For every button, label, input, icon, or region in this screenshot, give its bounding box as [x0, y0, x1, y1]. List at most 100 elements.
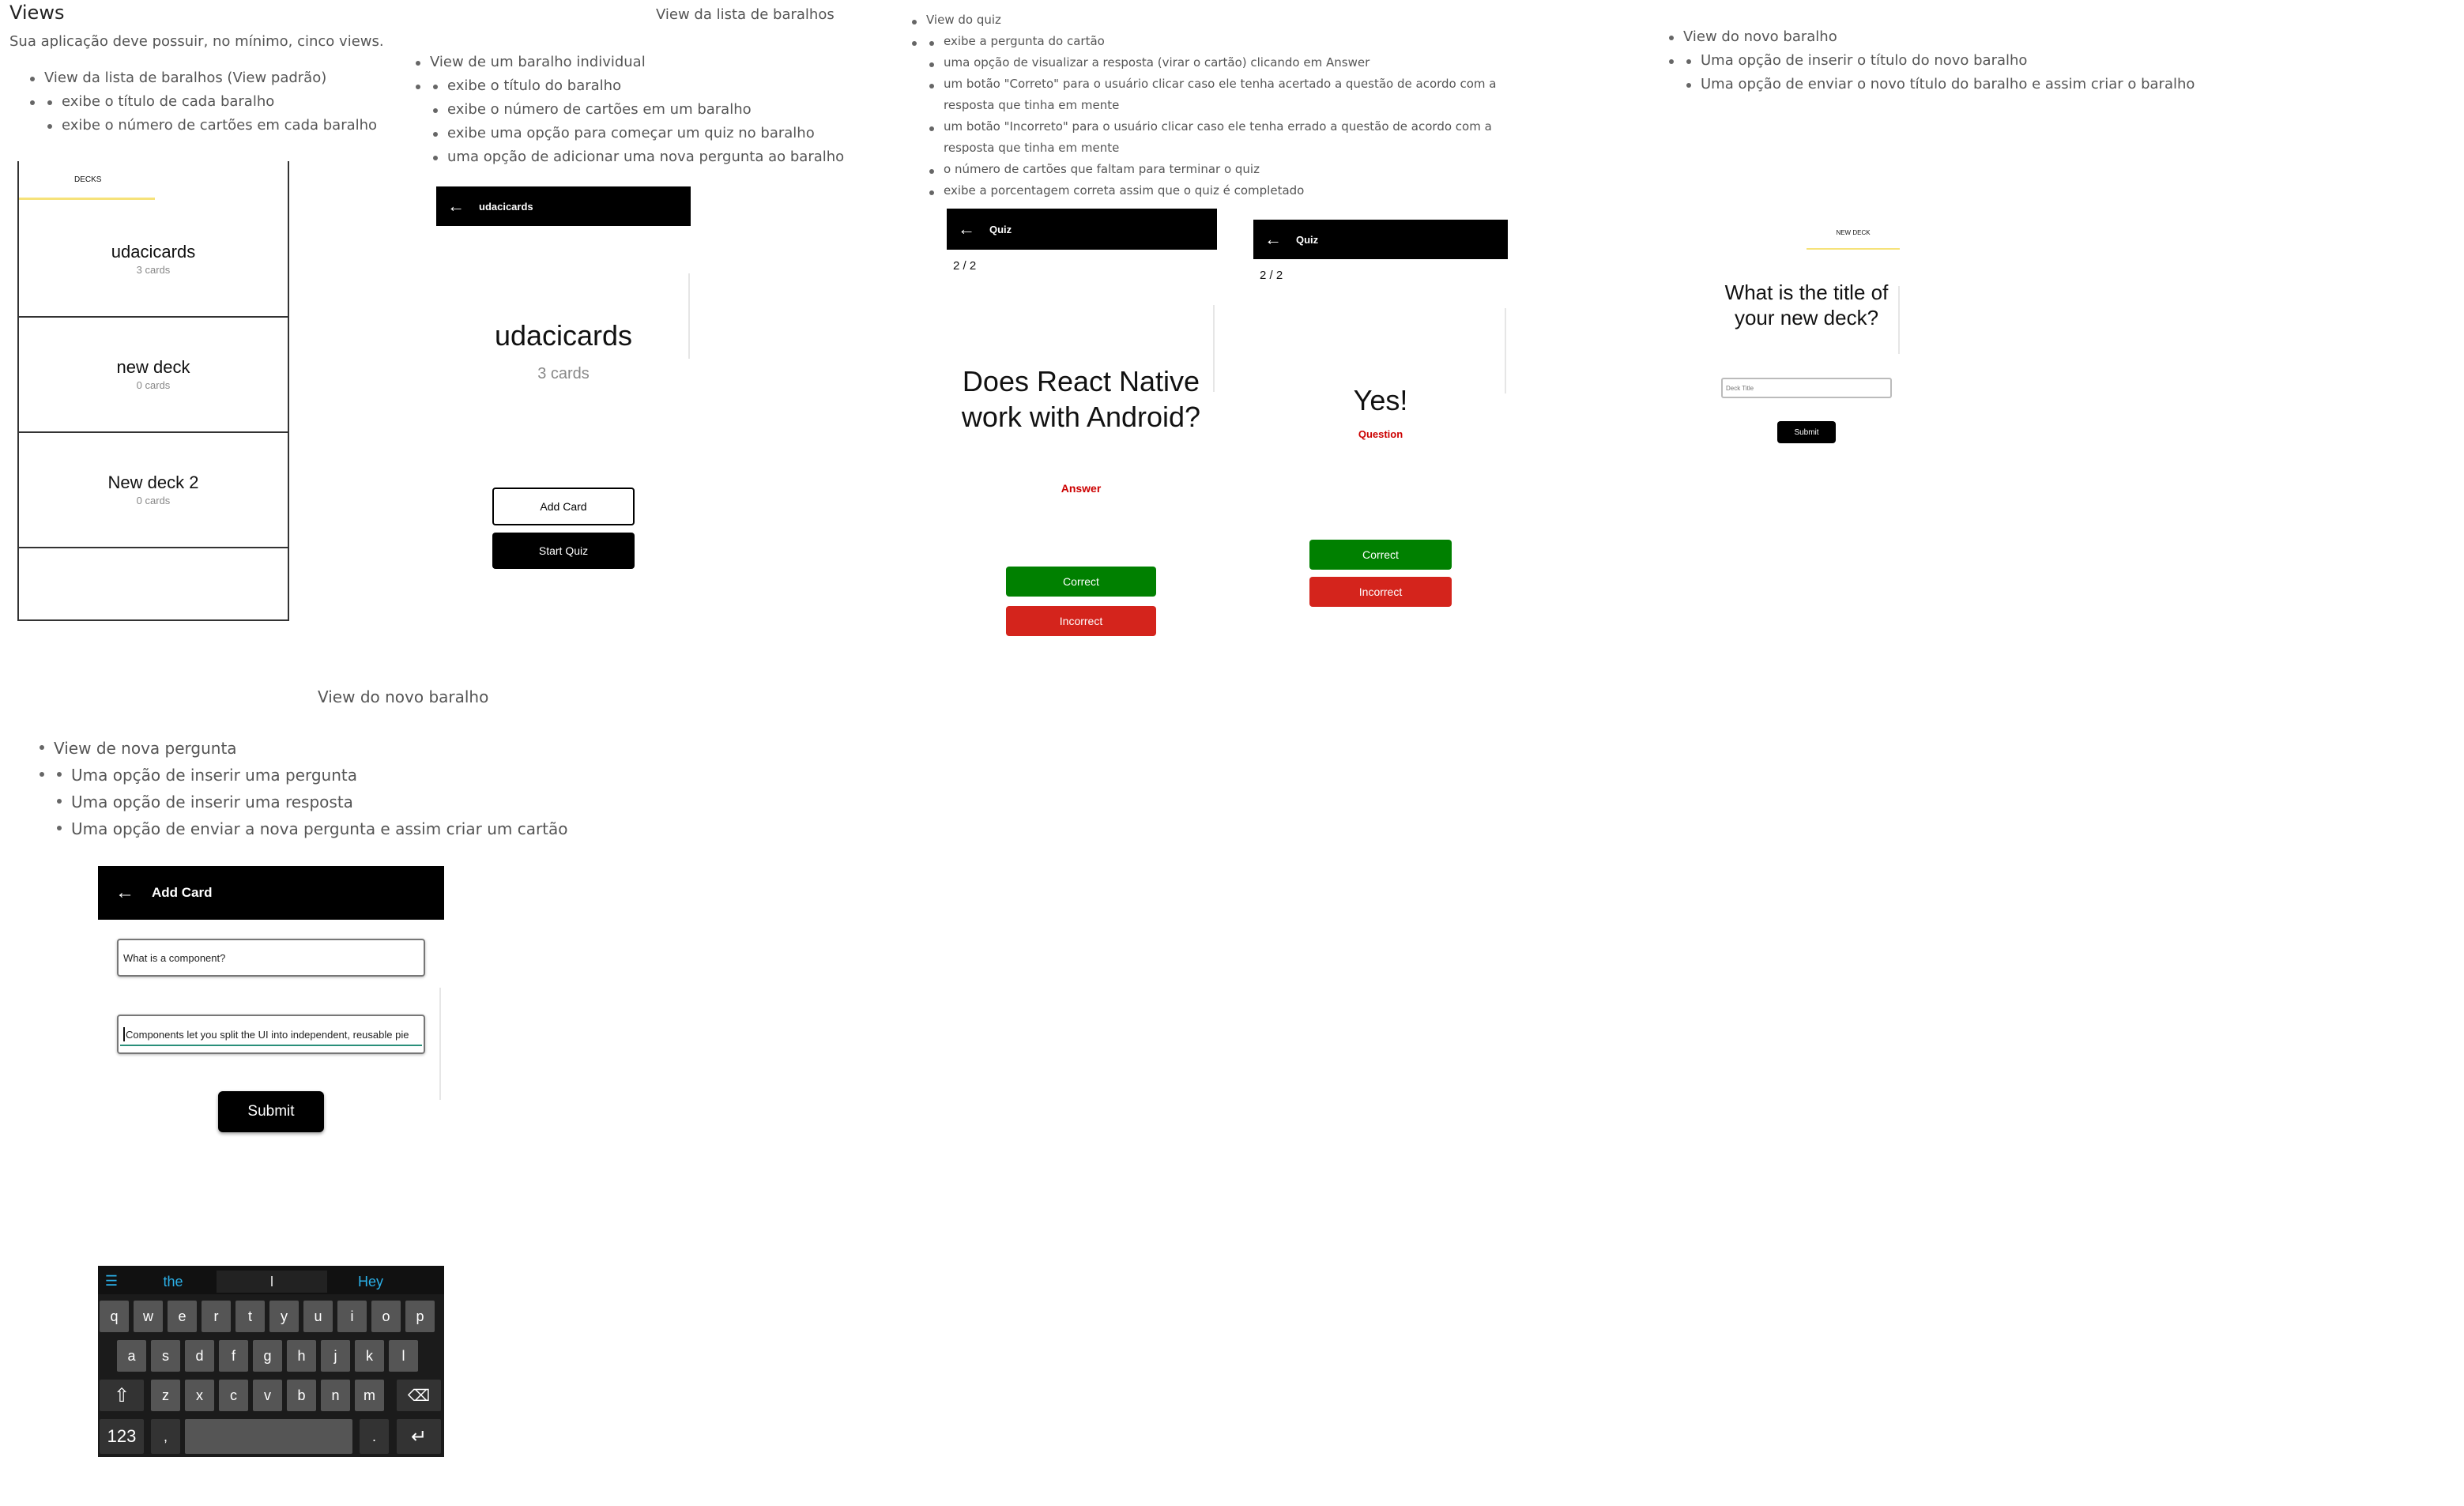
- backspace-icon[interactable]: ⌫: [397, 1380, 441, 1411]
- deck-list-item[interactable]: udacicards 3 cards: [19, 209, 288, 318]
- quiz-progress: 2 / 2: [953, 259, 977, 273]
- requirement-subitem: exibe o título de cada baralho: [44, 90, 406, 114]
- key[interactable]: r: [202, 1301, 231, 1332]
- deck-list-item[interactable]: New deck 2 0 cards: [19, 433, 288, 548]
- deck-list-item[interactable]: new deck 0 cards: [19, 318, 288, 433]
- requirement-subitem: Uma opção de inserir uma pergunta: [54, 762, 590, 789]
- menu-icon[interactable]: ☰: [101, 1271, 122, 1291]
- key[interactable]: i: [337, 1301, 367, 1332]
- requirement-subitem: Uma opção de enviar a nova pergunta e as…: [54, 815, 590, 842]
- back-arrow-icon[interactable]: ←: [115, 883, 134, 902]
- suggestion-item[interactable]: Hey: [332, 1271, 409, 1293]
- key[interactable]: g: [253, 1340, 282, 1372]
- deck-app-bar: ← udacicards: [436, 186, 691, 226]
- key[interactable]: z: [151, 1380, 180, 1411]
- requirement-item: View do novo baralho: [1666, 25, 2235, 49]
- key[interactable]: v: [253, 1380, 282, 1411]
- deck-card-count: 3 cards: [537, 365, 590, 382]
- page-subtitle: Sua aplicação deve possuir, no mínimo, c…: [9, 33, 384, 50]
- requirement-subitem: exibe o número de cartões em cada baralh…: [44, 114, 406, 137]
- key[interactable]: f: [219, 1340, 248, 1372]
- key[interactable]: u: [303, 1301, 333, 1332]
- new-deck-requirements: View do novo baralho Uma opção de inseri…: [1666, 25, 2235, 96]
- scroll-indicator: [1213, 305, 1215, 392]
- key[interactable]: n: [321, 1380, 350, 1411]
- deck-title: New deck 2: [107, 473, 199, 492]
- quiz-question-text: Does React Native work with Android?: [961, 365, 1201, 433]
- deck-title-input[interactable]: [1721, 378, 1892, 398]
- text-cursor: [123, 1027, 125, 1041]
- answer-input[interactable]: Components let you split the UI into ind…: [117, 1015, 425, 1054]
- key[interactable]: q: [100, 1301, 129, 1332]
- key[interactable]: b: [287, 1380, 316, 1411]
- incorrect-button[interactable]: Incorrect: [1309, 577, 1452, 607]
- correct-button[interactable]: Correct: [1006, 567, 1156, 597]
- key[interactable]: p: [405, 1301, 435, 1332]
- submit-button[interactable]: Submit: [218, 1091, 324, 1132]
- enter-icon[interactable]: ↵: [397, 1419, 441, 1454]
- tab-underline: [1807, 248, 1900, 250]
- question-input-value: What is a component?: [123, 951, 226, 964]
- new-deck-prompt: What is the title of your new deck?: [1724, 280, 1889, 329]
- key[interactable]: o: [371, 1301, 401, 1332]
- back-arrow-icon[interactable]: ←: [958, 220, 975, 238]
- suggestion-item[interactable]: the: [134, 1271, 212, 1293]
- app-bar-title: Add Card: [152, 885, 213, 900]
- shift-icon[interactable]: ⇧: [100, 1380, 144, 1411]
- scroll-indicator: [439, 988, 441, 1100]
- focus-underline: [120, 1045, 422, 1046]
- key[interactable]: d: [185, 1340, 214, 1372]
- key[interactable]: x: [185, 1380, 214, 1411]
- scroll-indicator: [1505, 308, 1506, 393]
- key[interactable]: e: [168, 1301, 197, 1332]
- deck-title: udacicards: [494, 319, 633, 352]
- requirement-subitem: exibe a porcentagem correta assim que o …: [926, 180, 1509, 201]
- tab-decks[interactable]: DECKS: [74, 175, 101, 184]
- key[interactable]: a: [117, 1340, 146, 1372]
- incorrect-button[interactable]: Incorrect: [1006, 606, 1156, 636]
- start-quiz-button[interactable]: Start Quiz: [492, 533, 635, 569]
- submit-button[interactable]: Submit: [1777, 421, 1836, 443]
- key[interactable]: s: [151, 1340, 180, 1372]
- back-arrow-icon[interactable]: ←: [447, 198, 465, 215]
- requirement-subitem: Uma opção de enviar o novo título do bar…: [1683, 73, 2235, 96]
- key[interactable]: w: [134, 1301, 163, 1332]
- deck-view-requirements: View de um baralho individual exibe o tí…: [413, 51, 855, 169]
- requirement-item: View do quiz: [909, 9, 1509, 31]
- quiz-app-bar: ← Quiz: [1253, 220, 1508, 259]
- comma-key[interactable]: ,: [151, 1419, 180, 1454]
- key[interactable]: l: [389, 1340, 418, 1372]
- deck-title: new deck: [116, 357, 190, 377]
- requirement-subitem: exibe o número de cartões em um baralho: [430, 98, 855, 122]
- requirement-subitem: Uma opção de inserir uma resposta: [54, 789, 590, 815]
- requirement-subitem: um botão "Incorreto" para o usuário clic…: [926, 116, 1509, 159]
- space-bar[interactable]: [185, 1419, 352, 1454]
- deck-card-count: 3 cards: [136, 264, 171, 276]
- app-bar-title: Quiz: [1296, 233, 1319, 246]
- key[interactable]: h: [287, 1340, 316, 1372]
- key[interactable]: k: [355, 1340, 384, 1372]
- period-key[interactable]: .: [360, 1419, 389, 1454]
- show-question-toggle[interactable]: Question: [1253, 428, 1508, 440]
- key[interactable]: m: [355, 1380, 384, 1411]
- show-answer-toggle[interactable]: Answer: [955, 482, 1208, 495]
- requirement-subitem: exibe uma opção para começar um quiz no …: [430, 122, 855, 145]
- key[interactable]: j: [321, 1340, 350, 1372]
- add-card-button[interactable]: Add Card: [492, 488, 635, 525]
- app-bar-title: udacicards: [479, 200, 533, 213]
- key[interactable]: y: [269, 1301, 299, 1332]
- quiz-answer-text: Yes!: [1353, 384, 1408, 416]
- answer-input-value: Components let you split the UI into ind…: [126, 1028, 409, 1041]
- tab-new-deck[interactable]: NEW DECK: [1807, 229, 1900, 236]
- numbers-key[interactable]: 123: [100, 1419, 144, 1454]
- correct-button[interactable]: Correct: [1309, 540, 1452, 570]
- requirement-item: View de um baralho individual: [413, 51, 855, 74]
- key[interactable]: t: [235, 1301, 265, 1332]
- quiz-progress: 2 / 2: [1260, 269, 1283, 282]
- question-input[interactable]: What is a component?: [117, 939, 425, 977]
- suggestion-item[interactable]: I: [217, 1271, 327, 1293]
- key[interactable]: c: [219, 1380, 248, 1411]
- deck-title: udacicards: [111, 242, 196, 262]
- back-arrow-icon[interactable]: ←: [1264, 231, 1282, 248]
- requirement-subitem: Uma opção de inserir o título do novo ba…: [1683, 49, 2235, 73]
